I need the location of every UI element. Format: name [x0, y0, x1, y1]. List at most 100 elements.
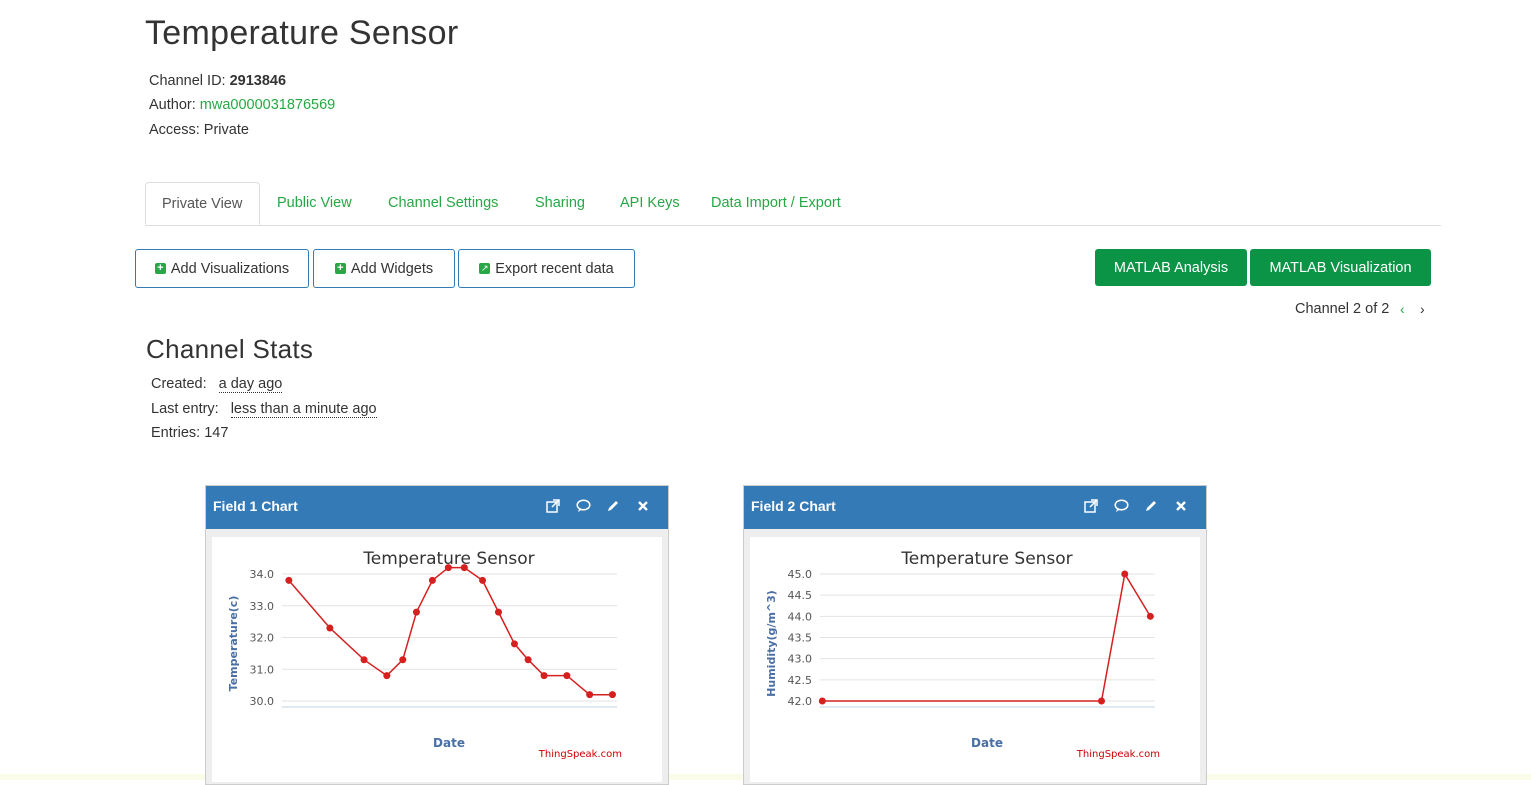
tab-channel-settings[interactable]: Channel Settings: [372, 182, 514, 224]
author-link[interactable]: mwa0000031876569: [200, 97, 335, 113]
external-link-icon: ↗: [479, 263, 491, 274]
stat-last-entry: Last entry: less than a minute ago: [151, 401, 377, 418]
add-widgets-label: Add Widgets: [350, 260, 434, 277]
x-axis-label: Date: [971, 736, 1003, 750]
field-2-chart-widget: Field 2 Chart Temperature Sensor 45.0 44.5…: [743, 485, 1207, 785]
data-point: [818, 697, 826, 705]
pager-text: Channel 2 of 2: [1295, 301, 1390, 317]
chart-credit: ThingSpeak.com: [538, 749, 622, 760]
y-tick-label: 43.5: [788, 632, 813, 645]
close-icon[interactable]: [1172, 497, 1190, 515]
data-point: [608, 691, 616, 699]
widget-header: Field 1 Chart: [206, 486, 668, 529]
export-recent-data-label: Export recent data: [495, 260, 614, 277]
y-tick-label: 43.0: [788, 653, 813, 666]
created-value: a day ago: [218, 376, 283, 393]
plus-icon: +: [334, 263, 346, 274]
data-point: [1121, 570, 1129, 578]
y-tick-label: 32.0: [250, 632, 275, 645]
y-tick-label: 45.0: [788, 568, 813, 581]
data-point: [428, 576, 436, 584]
y-tick-label: 33.0: [250, 600, 275, 613]
tab-private-view[interactable]: Private View: [145, 182, 260, 225]
channel-access: Access: Private: [149, 122, 249, 138]
last-entry-value: less than a minute ago: [230, 401, 377, 418]
channel-author: Author: mwa0000031876569: [149, 97, 335, 113]
channel-id: Channel ID: 2913846: [149, 73, 286, 89]
field-2-line-chart: Temperature Sensor 45.0 44.5 44.0 43.5 43.0 42…: [765, 549, 1160, 760]
external-link-icon[interactable]: [1082, 497, 1100, 515]
widget-title: Field 2 Chart: [751, 498, 836, 514]
chart-area: Temperature Sensor 45.0 44.5 44.0 43.5 43.0 42…: [750, 537, 1200, 782]
widget-title: Field 1 Chart: [213, 498, 298, 514]
data-point: [540, 672, 548, 680]
chevron-left-icon[interactable]: ‹: [1395, 301, 1409, 317]
channel-id-value: 2913846: [229, 73, 287, 89]
data-point: [1146, 612, 1154, 620]
entries-label: Entries:: [151, 425, 201, 441]
stat-created: Created: a day ago: [151, 376, 283, 393]
data-point: [563, 672, 571, 680]
channel-stats-title: Channel Stats: [146, 334, 314, 364]
y-tick-label: 31.0: [250, 663, 275, 676]
add-visualizations-button[interactable]: + Add Visualizations: [135, 249, 309, 288]
y-tick-label: 34.0: [250, 568, 275, 581]
channel-title: Temperature Sensor: [145, 14, 459, 52]
matlab-analysis-button[interactable]: MATLAB Analysis: [1095, 249, 1247, 286]
data-point: [285, 576, 293, 584]
comment-icon[interactable]: [574, 497, 592, 515]
created-label: Created:: [151, 376, 207, 392]
field-1-chart-widget: Field 1 Chart Temperature Sensor 34.0 33.0…: [205, 485, 669, 785]
data-point: [460, 564, 468, 572]
chart-area: Temperature Sensor34.033.032.031.030.011…: [212, 537, 662, 782]
data-point: [360, 656, 368, 664]
pencil-icon[interactable]: [1142, 497, 1160, 515]
data-point: [510, 640, 518, 648]
data-point: [494, 608, 502, 616]
y-tick-label: 30.0: [250, 695, 275, 708]
stat-entries: Entries: 147: [151, 425, 228, 441]
data-point: [586, 691, 594, 699]
y-tick-label: 44.0: [788, 610, 813, 623]
data-point: [479, 576, 487, 584]
channel-tabs: Private View Public View Channel Setting…: [145, 182, 1441, 226]
tab-public-view[interactable]: Public View: [261, 182, 368, 224]
widget-header: Field 2 Chart: [744, 486, 1206, 529]
last-entry-label: Last entry:: [151, 401, 219, 417]
external-link-icon[interactable]: [544, 497, 562, 515]
data-point: [326, 624, 334, 632]
chevron-right-icon[interactable]: ›: [1415, 301, 1429, 317]
entries-value: 147: [204, 425, 229, 441]
matlab-visualization-button[interactable]: MATLAB Visualization: [1250, 249, 1431, 286]
data-point: [444, 564, 452, 572]
tab-api-keys[interactable]: API Keys: [604, 182, 696, 224]
chart-title: Temperature Sensor: [900, 549, 1072, 569]
comment-icon[interactable]: [1112, 497, 1130, 515]
x-axis-label: Date: [433, 736, 465, 750]
data-point: [1097, 697, 1105, 705]
field-1-line-chart: Temperature Sensor34.033.032.031.030.011…: [227, 549, 622, 760]
y-axis-label: Temperature(c): [227, 596, 240, 692]
add-widgets-button[interactable]: + Add Widgets: [313, 249, 455, 288]
y-tick-label: 42.5: [788, 674, 813, 687]
plus-icon: +: [154, 263, 166, 274]
close-icon[interactable]: [634, 497, 652, 515]
y-axis-label: Humidity(g/m^3): [765, 590, 778, 697]
author-label: Author:: [149, 97, 196, 113]
y-tick-label: 44.5: [788, 589, 813, 602]
chart-credit: ThingSpeak.com: [1076, 749, 1160, 760]
tab-sharing[interactable]: Sharing: [519, 182, 601, 224]
y-tick-label: 42.0: [788, 695, 813, 708]
pencil-icon[interactable]: [604, 497, 622, 515]
add-visualizations-label: Add Visualizations: [170, 260, 290, 277]
data-point: [412, 608, 420, 616]
data-point: [399, 656, 407, 664]
tab-data-import-export[interactable]: Data Import / Export: [695, 182, 857, 224]
access-value: Private: [203, 122, 249, 138]
data-point: [383, 672, 391, 680]
channel-pager: Channel 2 of 2 ‹ ›: [1295, 301, 1429, 317]
data-point: [524, 656, 532, 664]
export-recent-data-button[interactable]: ↗ Export recent data: [458, 249, 635, 288]
channel-id-label: Channel ID:: [149, 73, 226, 89]
access-label: Access:: [149, 122, 200, 138]
